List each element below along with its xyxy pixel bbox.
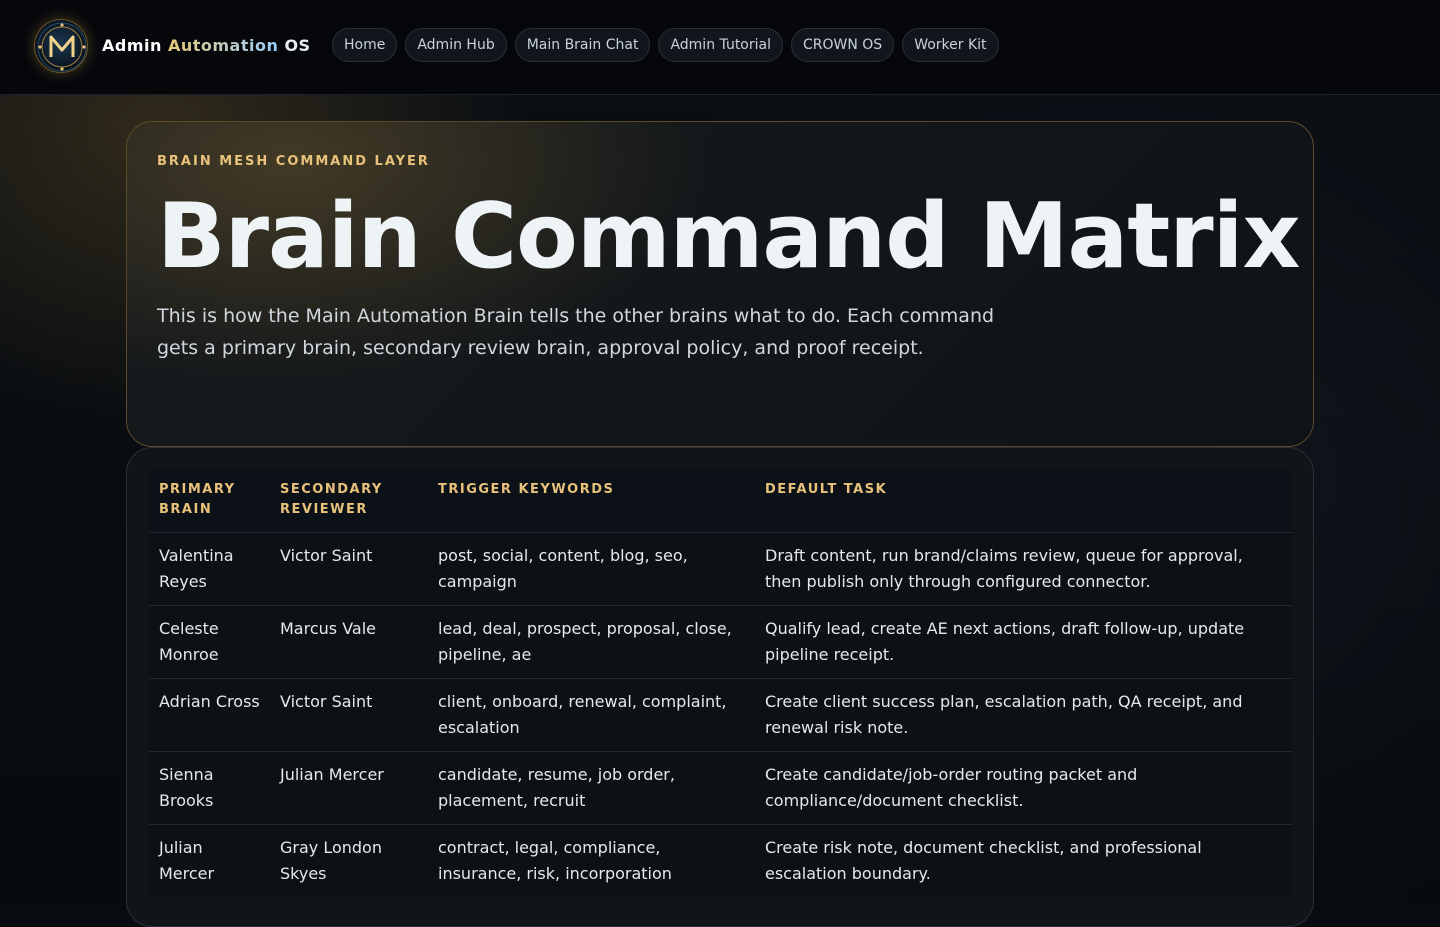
cell-secondary-reviewer: Marcus Vale [270, 605, 428, 679]
command-matrix-panel: PRIMARY BRAIN SECONDARY REVIEWER TRIGGER… [126, 447, 1314, 927]
nav-crown-os[interactable]: CROWN OS [791, 28, 895, 62]
logo-m-mark [37, 22, 87, 72]
table-row: Adrian Cross Victor Saint client, onboar… [149, 678, 1292, 752]
table-row: Sienna Brooks Julian Mercer candidate, r… [149, 751, 1292, 825]
cell-default-task: Create risk note, document checklist, an… [755, 824, 1292, 897]
brand-logo-icon[interactable] [34, 19, 88, 73]
cell-trigger-keywords: post, social, content, blog, seo, campai… [428, 532, 755, 606]
table-row: Celeste Monroe Marcus Vale lead, deal, p… [149, 605, 1292, 679]
nav-admin-hub[interactable]: Admin Hub [405, 28, 507, 62]
nav-main-brain-chat[interactable]: Main Brain Chat [514, 28, 651, 62]
table-row: Valentina Reyes Victor Saint post, socia… [149, 532, 1292, 606]
top-navigation-bar: Admin Automation OS Home Admin Hub Main … [0, 0, 1440, 95]
cell-trigger-keywords: candidate, resume, job order, placement,… [428, 751, 755, 825]
cell-secondary-reviewer: Victor Saint [270, 678, 428, 752]
table-header-row: PRIMARY BRAIN SECONDARY REVIEWER TRIGGER… [149, 470, 1292, 533]
cell-primary-brain: Valentina Reyes [149, 532, 270, 606]
nav-worker-kit[interactable]: Worker Kit [902, 28, 999, 62]
header-primary-brain: PRIMARY BRAIN [159, 482, 236, 517]
header-trigger-keywords: TRIGGER KEYWORDS [438, 482, 615, 497]
cell-default-task: Create candidate/job-order routing packe… [755, 751, 1292, 825]
brand-word-os: OS [284, 36, 311, 55]
cell-default-task: Draft content, run brand/claims review, … [755, 532, 1292, 606]
app-brand-name[interactable]: Admin Automation OS [102, 36, 311, 55]
command-matrix-table: PRIMARY BRAIN SECONDARY REVIEWER TRIGGER… [149, 470, 1292, 897]
table-row: Julian Mercer Gray London Skyes contract… [149, 824, 1292, 897]
cell-secondary-reviewer: Gray London Skyes [270, 824, 428, 897]
nav-home[interactable]: Home [332, 28, 398, 62]
cell-primary-brain: Sienna Brooks [149, 751, 270, 825]
cell-primary-brain: Julian Mercer [149, 824, 270, 897]
cell-secondary-reviewer: Julian Mercer [270, 751, 428, 825]
page-title: Brain Command Matrix [157, 184, 1301, 289]
hero-card: BRAIN MESH COMMAND LAYER Brain Command M… [126, 121, 1314, 447]
cell-default-task: Create client success plan, escalation p… [755, 678, 1292, 752]
cell-primary-brain: Adrian Cross [149, 678, 270, 752]
cell-trigger-keywords: lead, deal, prospect, proposal, close, p… [428, 605, 755, 679]
main-nav: Home Admin Hub Main Brain Chat Admin Tut… [332, 28, 999, 62]
cell-secondary-reviewer: Victor Saint [270, 532, 428, 606]
brand-word-automation: Automation [167, 36, 279, 55]
cell-default-task: Qualify lead, create AE next actions, dr… [755, 605, 1292, 679]
cell-primary-brain: Celeste Monroe [149, 605, 270, 679]
nav-admin-tutorial[interactable]: Admin Tutorial [658, 28, 783, 62]
cell-trigger-keywords: contract, legal, compliance, insurance, … [428, 824, 755, 897]
brand-word-admin: Admin [102, 36, 162, 55]
hero-description: This is how the Main Automation Brain te… [157, 305, 995, 359]
header-default-task: DEFAULT TASK [765, 482, 888, 497]
hero-eyebrow: BRAIN MESH COMMAND LAYER [157, 154, 430, 169]
header-secondary-reviewer: SECONDARY REVIEWER [280, 482, 383, 517]
cell-trigger-keywords: client, onboard, renewal, complaint, esc… [428, 678, 755, 752]
